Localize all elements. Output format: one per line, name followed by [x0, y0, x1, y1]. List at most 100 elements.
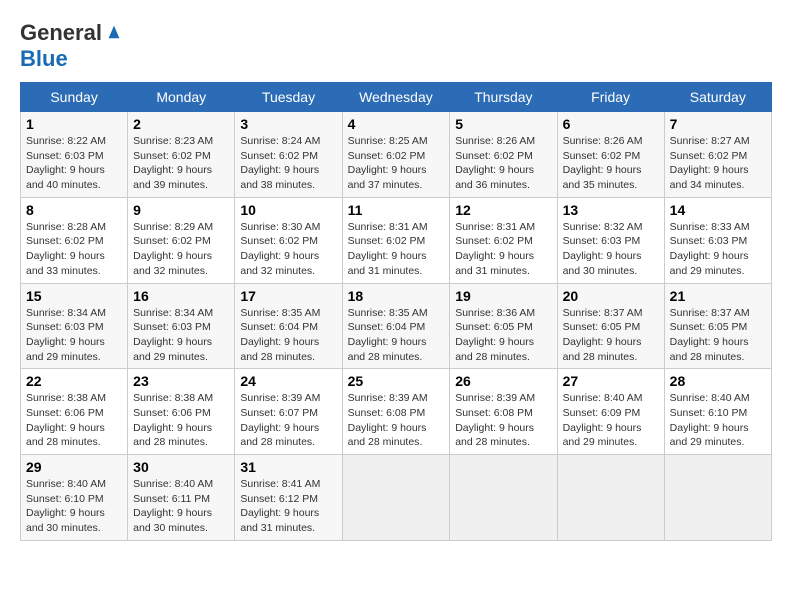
day-info: Sunrise: 8:35 AMSunset: 6:04 PMDaylight:… — [348, 306, 445, 365]
day-info: Sunrise: 8:38 AMSunset: 6:06 PMDaylight:… — [133, 391, 229, 450]
calendar-cell: 26 Sunrise: 8:39 AMSunset: 6:08 PMDayligh… — [450, 369, 557, 455]
weekday-header-friday: Friday — [557, 83, 664, 112]
calendar-cell — [557, 455, 664, 541]
day-number: 26 — [455, 373, 551, 389]
day-info: Sunrise: 8:39 AMSunset: 6:07 PMDaylight:… — [240, 391, 336, 450]
day-number: 10 — [240, 202, 336, 218]
calendar-cell: 1 Sunrise: 8:22 AMSunset: 6:03 PMDaylight… — [21, 112, 128, 198]
weekday-header-thursday: Thursday — [450, 83, 557, 112]
calendar-cell: 2 Sunrise: 8:23 AMSunset: 6:02 PMDaylight… — [128, 112, 235, 198]
calendar-week-row: 8Sunrise: 8:28 AMSunset: 6:02 PMDaylight… — [21, 197, 772, 283]
day-info: Sunrise: 8:39 AMSunset: 6:08 PMDaylight:… — [348, 391, 445, 450]
day-number: 15 — [26, 288, 122, 304]
day-info: Sunrise: 8:40 AMSunset: 6:09 PMDaylight:… — [563, 391, 659, 450]
day-info: Sunrise: 8:33 AMSunset: 6:03 PMDaylight:… — [670, 220, 766, 279]
day-info: Sunrise: 8:26 AMSunset: 6:02 PMDaylight:… — [563, 134, 659, 193]
calendar-cell: 14 Sunrise: 8:33 AMSunset: 6:03 PMDayligh… — [664, 197, 771, 283]
weekday-header-sunday: Sunday — [21, 83, 128, 112]
day-number: 20 — [563, 288, 659, 304]
day-number: 13 — [563, 202, 659, 218]
day-number: 7 — [670, 116, 766, 132]
calendar-cell: 31 Sunrise: 8:41 AMSunset: 6:12 PMDayligh… — [235, 455, 342, 541]
calendar-week-row: 1 Sunrise: 8:22 AMSunset: 6:03 PMDaylight… — [21, 112, 772, 198]
calendar-week-row: 15 Sunrise: 8:34 AMSunset: 6:03 PMDayligh… — [21, 283, 772, 369]
calendar-cell: 23 Sunrise: 8:38 AMSunset: 6:06 PMDayligh… — [128, 369, 235, 455]
day-number: 8 — [26, 202, 122, 218]
calendar-table: SundayMondayTuesdayWednesdayThursdayFrid… — [20, 82, 772, 541]
day-info: Sunrise: 8:37 AMSunset: 6:05 PMDaylight:… — [670, 306, 766, 365]
day-number: 6 — [563, 116, 659, 132]
day-info: Sunrise: 8:41 AMSunset: 6:12 PMDaylight:… — [240, 477, 336, 536]
day-info: Sunrise: 8:24 AMSunset: 6:02 PMDaylight:… — [240, 134, 336, 193]
day-info: Sunrise: 8:31 AMSunset: 6:02 PMDaylight:… — [348, 220, 445, 279]
day-info: Sunrise: 8:22 AMSunset: 6:03 PMDaylight:… — [26, 134, 122, 193]
day-info: Sunrise: 8:27 AMSunset: 6:02 PMDaylight:… — [670, 134, 766, 193]
day-info: Sunrise: 8:40 AMSunset: 6:10 PMDaylight:… — [670, 391, 766, 450]
day-info: Sunrise: 8:23 AMSunset: 6:02 PMDaylight:… — [133, 134, 229, 193]
day-info: Sunrise: 8:38 AMSunset: 6:06 PMDaylight:… — [26, 391, 122, 450]
day-number: 5 — [455, 116, 551, 132]
day-info: Sunrise: 8:37 AMSunset: 6:05 PMDaylight:… — [563, 306, 659, 365]
calendar-cell: 24Sunrise: 8:39 AMSunset: 6:07 PMDayligh… — [235, 369, 342, 455]
calendar-cell: 12Sunrise: 8:31 AMSunset: 6:02 PMDayligh… — [450, 197, 557, 283]
calendar-cell: 20 Sunrise: 8:37 AMSunset: 6:05 PMDayligh… — [557, 283, 664, 369]
calendar-cell: 30 Sunrise: 8:40 AMSunset: 6:11 PMDayligh… — [128, 455, 235, 541]
day-number: 18 — [348, 288, 445, 304]
calendar-cell: 15 Sunrise: 8:34 AMSunset: 6:03 PMDayligh… — [21, 283, 128, 369]
calendar-week-row: 22 Sunrise: 8:38 AMSunset: 6:06 PMDayligh… — [21, 369, 772, 455]
weekday-header-wednesday: Wednesday — [342, 83, 450, 112]
day-number: 28 — [670, 373, 766, 389]
day-info: Sunrise: 8:39 AMSunset: 6:08 PMDaylight:… — [455, 391, 551, 450]
day-info: Sunrise: 8:40 AMSunset: 6:11 PMDaylight:… — [133, 477, 229, 536]
calendar-cell: 29 Sunrise: 8:40 AMSunset: 6:10 PMDayligh… — [21, 455, 128, 541]
calendar-cell: 8Sunrise: 8:28 AMSunset: 6:02 PMDaylight… — [21, 197, 128, 283]
day-info: Sunrise: 8:32 AMSunset: 6:03 PMDaylight:… — [563, 220, 659, 279]
header: General Blue — [20, 20, 772, 72]
day-info: Sunrise: 8:34 AMSunset: 6:03 PMDaylight:… — [26, 306, 122, 365]
logo: General Blue — [20, 20, 123, 72]
day-info: Sunrise: 8:30 AMSunset: 6:02 PMDaylight:… — [240, 220, 336, 279]
day-info: Sunrise: 8:40 AMSunset: 6:10 PMDaylight:… — [26, 477, 122, 536]
day-number: 4 — [348, 116, 445, 132]
calendar-cell: 25 Sunrise: 8:39 AMSunset: 6:08 PMDayligh… — [342, 369, 450, 455]
day-info: Sunrise: 8:26 AMSunset: 6:02 PMDaylight:… — [455, 134, 551, 193]
weekday-header-row: SundayMondayTuesdayWednesdayThursdayFrid… — [21, 83, 772, 112]
day-number: 14 — [670, 202, 766, 218]
day-info: Sunrise: 8:35 AMSunset: 6:04 PMDaylight:… — [240, 306, 336, 365]
calendar-cell: 16 Sunrise: 8:34 AMSunset: 6:03 PMDayligh… — [128, 283, 235, 369]
calendar-header: SundayMondayTuesdayWednesdayThursdayFrid… — [21, 83, 772, 112]
day-info: Sunrise: 8:36 AMSunset: 6:05 PMDaylight:… — [455, 306, 551, 365]
calendar-cell: 6 Sunrise: 8:26 AMSunset: 6:02 PMDaylight… — [557, 112, 664, 198]
calendar-cell — [342, 455, 450, 541]
day-number: 31 — [240, 459, 336, 475]
day-number: 21 — [670, 288, 766, 304]
day-info: Sunrise: 8:25 AMSunset: 6:02 PMDaylight:… — [348, 134, 445, 193]
calendar-cell: 28 Sunrise: 8:40 AMSunset: 6:10 PMDayligh… — [664, 369, 771, 455]
day-number: 30 — [133, 459, 229, 475]
day-number: 25 — [348, 373, 445, 389]
calendar-cell: 7 Sunrise: 8:27 AMSunset: 6:02 PMDaylight… — [664, 112, 771, 198]
calendar-cell: 13 Sunrise: 8:32 AMSunset: 6:03 PMDayligh… — [557, 197, 664, 283]
calendar-cell: 4 Sunrise: 8:25 AMSunset: 6:02 PMDaylight… — [342, 112, 450, 198]
logo-triangle-icon — [105, 22, 123, 40]
day-info: Sunrise: 8:29 AMSunset: 6:02 PMDaylight:… — [133, 220, 229, 279]
day-number: 17 — [240, 288, 336, 304]
day-number: 3 — [240, 116, 336, 132]
day-number: 19 — [455, 288, 551, 304]
calendar-cell: 11Sunrise: 8:31 AMSunset: 6:02 PMDayligh… — [342, 197, 450, 283]
day-number: 12 — [455, 202, 551, 218]
calendar-body: 1 Sunrise: 8:22 AMSunset: 6:03 PMDaylight… — [21, 112, 772, 541]
day-number: 16 — [133, 288, 229, 304]
calendar-cell — [450, 455, 557, 541]
day-number: 29 — [26, 459, 122, 475]
day-info: Sunrise: 8:34 AMSunset: 6:03 PMDaylight:… — [133, 306, 229, 365]
calendar-cell: 18 Sunrise: 8:35 AMSunset: 6:04 PMDayligh… — [342, 283, 450, 369]
calendar-cell: 22 Sunrise: 8:38 AMSunset: 6:06 PMDayligh… — [21, 369, 128, 455]
weekday-header-monday: Monday — [128, 83, 235, 112]
day-number: 22 — [26, 373, 122, 389]
day-number: 9 — [133, 202, 229, 218]
day-number: 2 — [133, 116, 229, 132]
day-number: 23 — [133, 373, 229, 389]
calendar-cell: 21 Sunrise: 8:37 AMSunset: 6:05 PMDayligh… — [664, 283, 771, 369]
day-number: 1 — [26, 116, 122, 132]
